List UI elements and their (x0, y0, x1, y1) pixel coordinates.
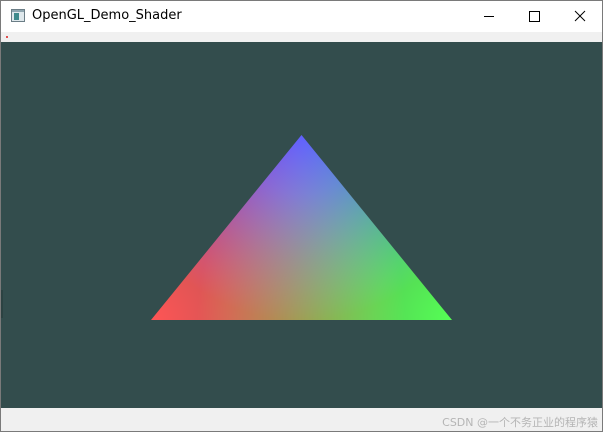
title-bar[interactable]: OpenGL_Demo_Shader (1, 1, 602, 32)
status-bar: CSDN @一个不务正业的程序猿 (1, 408, 602, 431)
minimize-button[interactable] (465, 1, 511, 32)
menu-strip (1, 32, 602, 42)
opengl-viewport[interactable] (1, 42, 602, 408)
csdn-watermark: CSDN @一个不务正业的程序猿 (442, 416, 598, 429)
menu-marker (6, 36, 8, 38)
close-icon (574, 10, 586, 22)
app-window: OpenGL_Demo_Shader CSDN @一个不务正业的程序猿 (0, 0, 603, 432)
viewport-edge-mark (1, 290, 3, 318)
maximize-icon (529, 11, 540, 22)
app-window-icon[interactable] (11, 9, 25, 22)
rgb-triangle (151, 135, 452, 320)
window-title: OpenGL_Demo_Shader (32, 8, 182, 23)
maximize-button[interactable] (511, 1, 557, 32)
minimize-icon (484, 16, 494, 17)
close-button[interactable] (556, 1, 602, 32)
